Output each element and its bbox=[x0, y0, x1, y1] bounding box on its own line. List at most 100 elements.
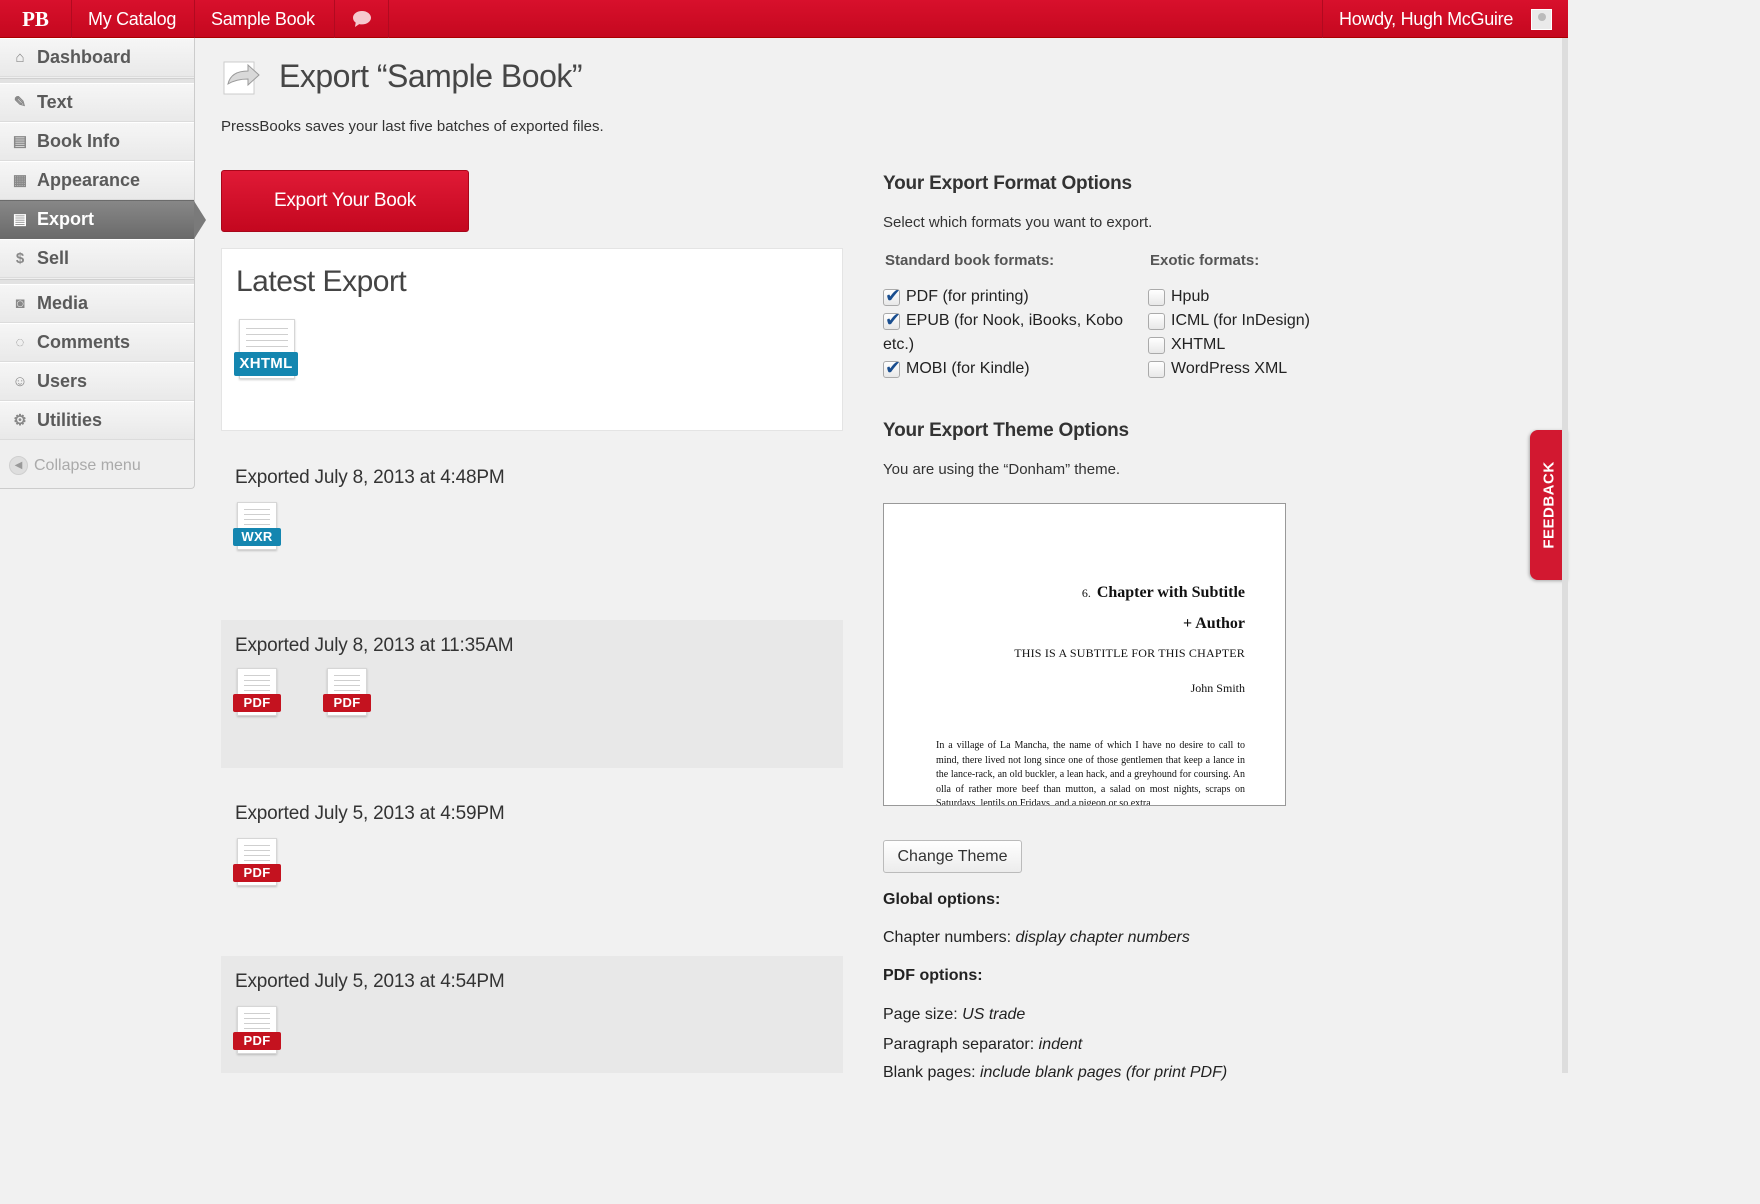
option-value: display chapter numbers bbox=[1015, 929, 1190, 946]
file-type-label: PDF bbox=[233, 694, 281, 712]
house-icon: ⌂ bbox=[15, 48, 25, 66]
hpub-format-option[interactable]: Hpub bbox=[1148, 288, 1209, 306]
sidebar-item-label: Text bbox=[37, 92, 73, 112]
sidebar-item-label: Export bbox=[37, 209, 95, 229]
page-scrollbar[interactable] bbox=[1562, 38, 1568, 1073]
file-type-label: WXR bbox=[233, 528, 281, 546]
option-label: Hpub bbox=[1171, 288, 1210, 305]
global-options-heading: Global options: bbox=[883, 891, 1001, 908]
export-batch: Exported July 5, 2013 at 4:59PM PDF bbox=[221, 788, 843, 956]
format-options-heading: Your Export Format Options bbox=[883, 173, 1132, 194]
file-type-label: PDF bbox=[323, 694, 371, 712]
option-value: US trade bbox=[962, 1006, 1026, 1023]
option-value: include blank pages (for print PDF) bbox=[979, 1064, 1228, 1081]
epub-format-option[interactable]: EPUB (for Nook, iBooks, Kobo etc.) bbox=[883, 309, 1133, 357]
pdf-file-icon[interactable]: PDF bbox=[233, 668, 281, 718]
latest-export-title: Latest Export bbox=[236, 265, 407, 298]
collapse-menu-button[interactable]: ◀ Collapse menu bbox=[0, 446, 194, 485]
sidebar-item-label: Appearance bbox=[37, 170, 141, 190]
file-type-label: PDF bbox=[233, 864, 281, 882]
users-icon: ☺ bbox=[12, 372, 28, 390]
batch-date: Exported July 5, 2013 at 4:54PM bbox=[235, 971, 505, 992]
option-label: MOBI (for Kindle) bbox=[906, 360, 1030, 377]
hpub-checkbox[interactable] bbox=[1148, 289, 1165, 306]
current-theme-text: You are using the “Donham” theme. bbox=[883, 461, 1121, 478]
page-title: Export “Sample Book” bbox=[279, 58, 583, 94]
format-options-intro: Select which formats you want to export. bbox=[883, 214, 1153, 231]
sidebar-item-sell[interactable]: $ Sell bbox=[0, 239, 194, 278]
xhtml-format-option[interactable]: XHTML bbox=[1148, 336, 1225, 354]
option-name: Chapter numbers: bbox=[883, 929, 1012, 946]
user-account-menu[interactable]: Howdy, Hugh McGuire bbox=[1322, 0, 1568, 38]
comments-bubble-icon[interactable] bbox=[335, 0, 389, 38]
file-type-label: PDF bbox=[233, 1032, 281, 1050]
export-batch: Exported July 8, 2013 at 11:35AM PDF PDF bbox=[221, 620, 843, 768]
blank-pages-option: Blank pages: include blank pages (for pr… bbox=[883, 1064, 1227, 1082]
book-icon: ▤ bbox=[12, 132, 28, 150]
icml-checkbox[interactable] bbox=[1148, 313, 1165, 330]
sidebar-item-label: Sell bbox=[37, 248, 70, 268]
wxr-file-icon[interactable]: WXR bbox=[233, 502, 281, 552]
xhtml-file-icon[interactable]: XHTML bbox=[234, 319, 300, 383]
export-your-book-button[interactable]: Export Your Book bbox=[221, 170, 469, 232]
paragraph-separator-option: Paragraph separator: indent bbox=[883, 1036, 1082, 1054]
sidebar-item-export[interactable]: ▤ Export bbox=[0, 200, 206, 239]
wrench-icon: ⚙ bbox=[13, 411, 27, 429]
option-label: ICML (for InDesign) bbox=[1171, 312, 1310, 329]
pdf-file-icon[interactable]: PDF bbox=[323, 668, 371, 718]
option-label: PDF (for printing) bbox=[906, 288, 1029, 305]
dollar-icon: $ bbox=[15, 249, 25, 267]
standard-formats-heading: Standard book formats: bbox=[885, 252, 1055, 269]
howdy-text: Howdy, Hugh McGuire bbox=[1339, 9, 1514, 29]
pressbooks-logo[interactable]: PB bbox=[0, 0, 72, 38]
theme-preview: 6. Chapter with Subtitle + Author THIS IS… bbox=[883, 503, 1286, 806]
chapter-numbers-option: Chapter numbers: display chapter numbers bbox=[883, 929, 1190, 947]
sidebar-item-utilities[interactable]: ⚙ Utilities bbox=[0, 401, 194, 440]
sidebar-item-label: Book Info bbox=[37, 131, 120, 151]
sidebar-item-book-info[interactable]: ▤ Book Info bbox=[0, 122, 194, 161]
epub-checkbox[interactable] bbox=[883, 309, 901, 333]
speech-bubble-icon: ◌ bbox=[15, 333, 25, 351]
wordpress-xml-format-option[interactable]: WordPress XML bbox=[1148, 360, 1287, 378]
option-label: WordPress XML bbox=[1171, 360, 1288, 377]
sidebar-item-label: Dashboard bbox=[37, 47, 132, 67]
option-name: Paragraph separator: bbox=[883, 1036, 1035, 1053]
pdf-file-icon[interactable]: PDF bbox=[233, 1006, 281, 1056]
change-theme-button[interactable]: Change Theme bbox=[883, 840, 1022, 873]
mobi-checkbox[interactable] bbox=[883, 357, 901, 380]
latest-export-panel: Latest Export XHTML bbox=[221, 248, 843, 431]
collapse-menu-label: Collapse menu bbox=[34, 456, 141, 474]
sidebar-item-appearance[interactable]: ▦ Appearance bbox=[0, 161, 194, 200]
sample-book-link[interactable]: Sample Book bbox=[195, 0, 335, 38]
sidebar-item-label: Users bbox=[37, 371, 88, 391]
admin-bar: PB My Catalog Sample Book Howdy, Hugh Mc… bbox=[0, 0, 1568, 38]
sidebar-item-label: Media bbox=[37, 293, 89, 313]
option-name: Blank pages: bbox=[883, 1064, 976, 1081]
xhtml-checkbox[interactable] bbox=[1148, 337, 1165, 354]
sidebar-item-comments[interactable]: ◌ Comments bbox=[0, 323, 194, 362]
sidebar-item-text[interactable]: ✎ Text bbox=[0, 83, 194, 122]
sidebar-item-media[interactable]: ◙ Media bbox=[0, 284, 194, 323]
batch-date: Exported July 8, 2013 at 11:35AM bbox=[235, 635, 514, 656]
mobi-format-option[interactable]: MOBI (for Kindle) bbox=[883, 357, 1133, 380]
pdf-checkbox[interactable] bbox=[883, 285, 901, 308]
icml-format-option[interactable]: ICML (for InDesign) bbox=[1148, 312, 1310, 330]
page-intro: PressBooks saves your last five batches … bbox=[221, 118, 604, 135]
sidebar-item-dashboard[interactable]: ⌂ Dashboard bbox=[0, 38, 194, 77]
option-label: EPUB (for Nook, iBooks, Kobo etc.) bbox=[883, 312, 1123, 353]
wordpress-xml-checkbox[interactable] bbox=[1148, 361, 1165, 378]
my-catalog-link[interactable]: My Catalog bbox=[72, 0, 195, 38]
feedback-label: FEEDBACK bbox=[1540, 461, 1558, 549]
preview-chapter-title-text: Chapter with Subtitle bbox=[1096, 584, 1245, 601]
sidebar-item-label: Comments bbox=[37, 332, 131, 352]
sidebar-item-users[interactable]: ☺ Users bbox=[0, 362, 194, 401]
pdf-file-icon[interactable]: PDF bbox=[233, 838, 281, 888]
pdf-format-option[interactable]: PDF (for printing) bbox=[883, 285, 1133, 308]
camera-icon: ◙ bbox=[15, 294, 25, 312]
batch-date: Exported July 8, 2013 at 4:48PM bbox=[235, 467, 505, 488]
preview-chapter-title: 6. Chapter with Subtitle bbox=[1082, 584, 1245, 602]
exotic-formats-heading: Exotic formats: bbox=[1150, 252, 1260, 269]
export-batch: Exported July 5, 2013 at 4:54PM PDF bbox=[221, 956, 843, 1073]
export-icon: ▤ bbox=[12, 210, 28, 228]
preview-author-name: John Smith bbox=[1190, 681, 1245, 695]
